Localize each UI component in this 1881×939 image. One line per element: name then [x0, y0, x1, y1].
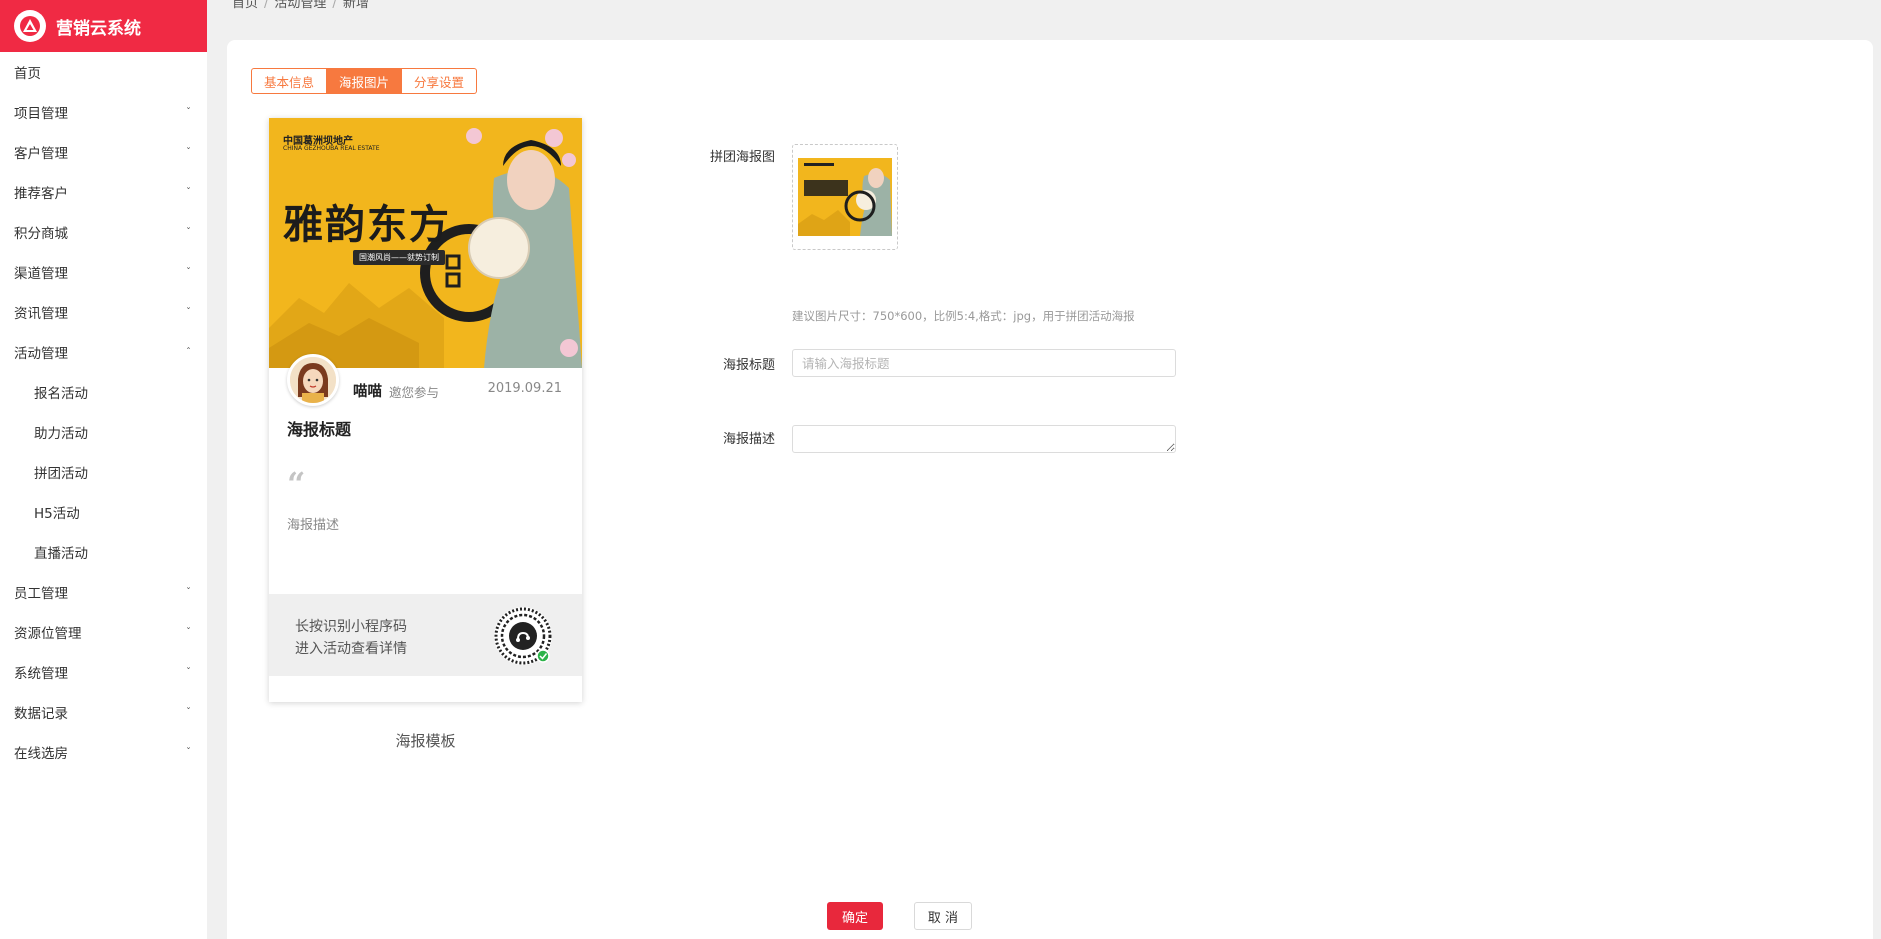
chevron-down-icon: ˇ [186, 106, 191, 118]
breadcrumb: 首页 / 活动管理 / 新增 [232, 0, 369, 11]
sidebar-item-label: 首页 [14, 66, 41, 82]
confirm-button[interactable]: 确定 [827, 902, 883, 930]
chevron-down-icon: ˇ [186, 746, 191, 758]
sidebar-item-channels[interactable]: 渠道管理 ˇ [0, 252, 207, 292]
cancel-button[interactable]: 取 消 [914, 902, 972, 930]
poster-title: 海报标题 [287, 420, 352, 439]
chevron-down-icon: ˇ [186, 306, 191, 318]
sidebar-subitem-group-buy-activity[interactable]: 拼团活动 [0, 452, 207, 492]
sidebar-item-label: 数据记录 [14, 706, 68, 722]
sidebar-item-data-records[interactable]: 数据记录 ˇ [0, 692, 207, 732]
breadcrumb-activities[interactable]: 活动管理 [274, 0, 326, 11]
sidebar-item-label: 员工管理 [14, 586, 68, 602]
sidebar-item-label: 系统管理 [14, 666, 68, 682]
sidebar-subitem-label: 直播活动 [34, 546, 88, 562]
sidebar-item-label: 在线选房 [14, 746, 68, 762]
chevron-down-icon: ˇ [186, 226, 191, 238]
breadcrumb-separator: / [264, 0, 269, 11]
mini-program-code-icon [494, 607, 552, 665]
footer-line-1: 长按识别小程序码 [295, 619, 407, 635]
upload-hint: 建议图片尺寸：750*600，比例5:4,格式：jpg，用于拼团活动海报 [792, 309, 1135, 323]
sidebar-item-online-housing[interactable]: 在线选房 ˇ [0, 732, 207, 772]
poster-footer: 长按识别小程序码 进入活动查看详情 [269, 594, 582, 676]
tab-basic-info[interactable]: 基本信息 [251, 68, 328, 94]
sidebar-item-news[interactable]: 资讯管理 ˇ [0, 292, 207, 332]
sidebar-subitem-live-activity[interactable]: 直播活动 [0, 532, 207, 572]
poster-upload-box[interactable] [792, 144, 898, 250]
sidebar-item-label: 推荐客户 [14, 186, 68, 202]
sidebar-subitem-label: 报名活动 [34, 386, 88, 402]
sidebar-menu: 首页 项目管理 ˇ 客户管理 ˇ 推荐客户 ˇ 积分商城 ˇ 渠道管理 ˇ 资讯… [0, 52, 207, 772]
sidebar-item-referrals[interactable]: 推荐客户 ˇ [0, 172, 207, 212]
poster-preview: 中国葛洲坝地产 CHINA GEZHOUBA REAL ESTATE 雅韵东方 … [269, 118, 582, 702]
breadcrumb-home[interactable]: 首页 [232, 0, 258, 11]
chevron-down-icon: ˇ [186, 626, 191, 638]
main-card: 基本信息 海报图片 分享设置 中国葛洲坝地产 CHINA GEZHOUBA RE… [227, 40, 1873, 939]
sidebar-subitem-h5-activity[interactable]: H5活动 [0, 492, 207, 532]
sidebar-item-label: 资源位管理 [14, 626, 82, 642]
chevron-down-icon: ˇ [186, 186, 191, 198]
banner-tag: 国潮风尚——就势订制 [353, 250, 445, 265]
poster-description: 海报描述 [287, 518, 340, 533]
poster-desc-textarea[interactable] [792, 425, 1176, 453]
sidebar-item-home[interactable]: 首页 [0, 52, 207, 92]
banner-company-en: CHINA GEZHOUBA REAL ESTATE [283, 145, 380, 152]
chevron-down-icon: ˇ [186, 706, 191, 718]
sidebar-item-activities[interactable]: 活动管理 ˆ [0, 332, 207, 372]
sidebar: 营销云系统 首页 项目管理 ˇ 客户管理 ˇ 推荐客户 ˇ 积分商城 ˇ 渠道管… [0, 0, 207, 939]
chevron-down-icon: ˇ [186, 666, 191, 678]
sidebar-item-resource-slots[interactable]: 资源位管理 ˇ [0, 612, 207, 652]
chevron-down-icon: ˇ [186, 586, 191, 598]
chevron-up-icon: ˆ [186, 346, 191, 358]
poster-title-label: 海报标题 [722, 358, 775, 373]
sidebar-item-system[interactable]: 系统管理 ˇ [0, 652, 207, 692]
sidebar-subitem-assist-activity[interactable]: 助力活动 [0, 412, 207, 452]
sidebar-item-points-mall[interactable]: 积分商城 ˇ [0, 212, 207, 252]
poster-title-input[interactable] [792, 349, 1176, 377]
breadcrumb-separator: / [332, 0, 337, 11]
sidebar-subitem-label: H5活动 [34, 506, 80, 522]
avatar [287, 354, 339, 406]
group-poster-label: 拼团海报图 [709, 150, 775, 165]
poster-banner-image: 中国葛洲坝地产 CHINA GEZHOUBA REAL ESTATE 雅韵东方 … [269, 118, 582, 368]
sidebar-subitem-label: 助力活动 [34, 426, 88, 442]
sidebar-subitem-label: 拼团活动 [34, 466, 88, 482]
sidebar-item-label: 项目管理 [14, 106, 68, 122]
poster-template-caption: 海报模板 [395, 732, 456, 750]
tab-share-settings[interactable]: 分享设置 [402, 68, 478, 94]
poster-user-name: 喵喵 [353, 384, 382, 400]
sidebar-item-label: 客户管理 [14, 146, 68, 162]
brand-header[interactable]: 营销云系统 [0, 0, 207, 52]
poster-invite-text: 邀您参与 [389, 385, 440, 400]
thumbnail-image [798, 158, 892, 236]
sidebar-item-label: 渠道管理 [14, 266, 68, 282]
sidebar-item-label: 活动管理 [14, 346, 68, 362]
chevron-down-icon: ˇ [186, 146, 191, 158]
app-title: 营销云系统 [56, 18, 141, 39]
footer-line-2: 进入活动查看详情 [295, 641, 407, 657]
breadcrumb-current: 新增 [342, 0, 369, 11]
tab-bar: 基本信息 海报图片 分享设置 [251, 68, 478, 94]
sidebar-item-customers[interactable]: 客户管理 ˇ [0, 132, 207, 172]
uploaded-poster-thumbnail[interactable] [798, 158, 892, 236]
poster-desc-label: 海报描述 [722, 432, 775, 447]
banner-headline: 雅韵东方 [283, 201, 451, 248]
chevron-down-icon: ˇ [186, 266, 191, 278]
sidebar-item-projects[interactable]: 项目管理 ˇ [0, 92, 207, 132]
quote-icon: “ [287, 465, 306, 503]
sidebar-subitem-signup-activity[interactable]: 报名活动 [0, 372, 207, 412]
sidebar-item-staff[interactable]: 员工管理 ˇ [0, 572, 207, 612]
poster-date: 2019.09.21 [487, 381, 562, 396]
sidebar-item-label: 积分商城 [14, 226, 68, 242]
brand-logo-icon [14, 10, 46, 42]
tab-poster-image[interactable]: 海报图片 [327, 68, 403, 94]
sidebar-item-label: 资讯管理 [14, 306, 68, 322]
